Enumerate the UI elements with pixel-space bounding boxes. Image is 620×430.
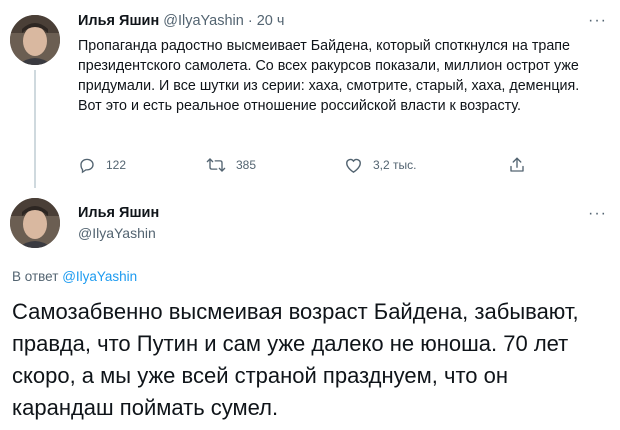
author-name[interactable]: Илья Яшин [78,13,159,29]
tweet-actions: 122 385 3,2 тыс. [78,156,548,178]
author-handle[interactable]: @IlyaYashin [78,225,156,241]
separator-dot: · [247,13,253,29]
thread-line [34,70,36,188]
tweet-header: Илья Яшин @IlyaYashin · 20 ч [78,13,284,29]
reply-context: В ответ @IlyaYashin [12,269,137,284]
heart-icon [346,158,361,173]
author-name[interactable]: Илья Яшин [78,205,159,221]
more-options-icon[interactable]: ··· [588,13,607,29]
reply-count: 122 [106,158,127,172]
more-options-icon[interactable]: ··· [588,206,607,222]
reply-icon [80,158,94,174]
tweet-text: Пропаганда радостно высмеивает Байдена, … [78,38,580,114]
share-icon [510,157,524,172]
avatar[interactable] [10,15,60,65]
retweet-icon [206,158,226,172]
avatar[interactable] [10,198,60,248]
like-button[interactable]: 3,2 тыс. [344,156,416,174]
like-count: 3,2 тыс. [373,158,417,172]
reply-mention-link[interactable]: @IlyaYashin [62,269,137,284]
retweet-button[interactable]: 385 [206,156,256,174]
reply-button[interactable]: 122 [78,156,126,174]
retweet-count: 385 [236,158,257,172]
tweet-text: Самозабвенно высмеивая возраст Байдена, … [12,299,579,420]
tweet-time[interactable]: 20 ч [257,13,285,29]
share-button[interactable] [508,156,526,174]
reply-prefix: В ответ [12,269,59,284]
author-handle[interactable]: @IlyaYashin [163,13,244,29]
